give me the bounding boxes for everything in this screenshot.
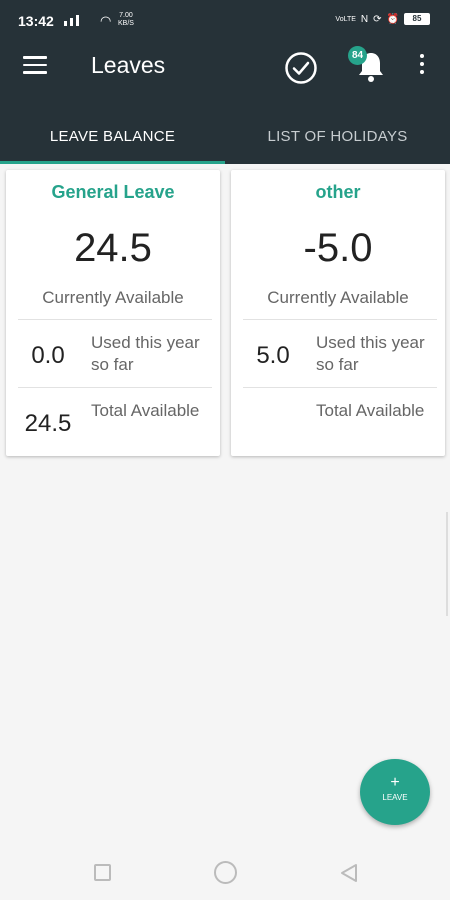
- used-value: 5.0: [256, 342, 290, 369]
- available-value: 24.5: [74, 226, 152, 270]
- available-label: Currently Available: [42, 288, 184, 307]
- divider: [243, 387, 437, 388]
- status-time: 13:42: [18, 13, 54, 29]
- card-title: other: [315, 182, 361, 202]
- back-triangle-icon[interactable]: [338, 862, 360, 884]
- used-value: 0.0: [31, 342, 65, 369]
- check-circle-icon[interactable]: [284, 51, 318, 85]
- more-vert-icon[interactable]: [414, 54, 430, 78]
- status-bar: 13:42 ◠ 7.00 KB/S VoLTE N ⟳ ⏰ 85: [0, 0, 450, 40]
- tab-bar: LEAVE BALANCE LIST OF HOLIDAYS: [0, 112, 450, 164]
- system-nav-bar: [0, 845, 450, 900]
- notification-badge: 84: [348, 46, 367, 65]
- speed-unit: KB/S: [118, 20, 134, 27]
- total-label: Total Available: [91, 401, 200, 420]
- leave-card-other[interactable]: other -5.0 Currently Available 5.0 Used …: [231, 170, 445, 456]
- home-circle-icon[interactable]: [214, 861, 237, 884]
- battery-icon: 85: [404, 13, 430, 25]
- used-label: Used this year so far: [91, 333, 200, 374]
- leave-card-general[interactable]: General Leave 24.5 Currently Available 0…: [6, 170, 220, 456]
- add-leave-button[interactable]: + LEAVE: [360, 759, 430, 825]
- wifi-icon: ◠: [100, 13, 112, 28]
- sync-icon: ⟳: [373, 13, 382, 25]
- page-title: Leaves: [91, 52, 166, 78]
- menu-icon[interactable]: [23, 56, 47, 74]
- scroll-edge: [446, 512, 448, 616]
- speed-value: 7.00: [119, 12, 133, 19]
- divider: [243, 319, 437, 320]
- fab-label: LEAVE: [382, 793, 408, 802]
- nfc-icon: N: [360, 13, 369, 25]
- available-value: -5.0: [303, 226, 373, 270]
- alarm-icon: ⏰: [386, 13, 399, 25]
- app-bar: 13:42 ◠ 7.00 KB/S VoLTE N ⟳ ⏰ 85 Leaves …: [0, 0, 450, 164]
- volte-icon: VoLTE: [335, 15, 356, 23]
- used-label: Used this year so far: [316, 333, 425, 374]
- available-label: Currently Available: [267, 288, 409, 307]
- total-value: 24.5: [24, 410, 72, 437]
- plus-icon: +: [390, 774, 400, 791]
- recents-square-icon[interactable]: [94, 864, 111, 881]
- total-label: Total Available: [316, 401, 425, 420]
- divider: [18, 319, 212, 320]
- network-speed: 7.00 KB/S: [118, 12, 134, 28]
- status-icons: VoLTE N ⟳ ⏰ 85: [335, 13, 430, 25]
- signal-icon: [64, 15, 79, 26]
- tab-leave-balance[interactable]: LEAVE BALANCE: [0, 112, 225, 164]
- card-title: General Leave: [51, 182, 175, 202]
- tab-list-of-holidays[interactable]: LIST OF HOLIDAYS: [225, 112, 450, 164]
- divider: [18, 387, 212, 388]
